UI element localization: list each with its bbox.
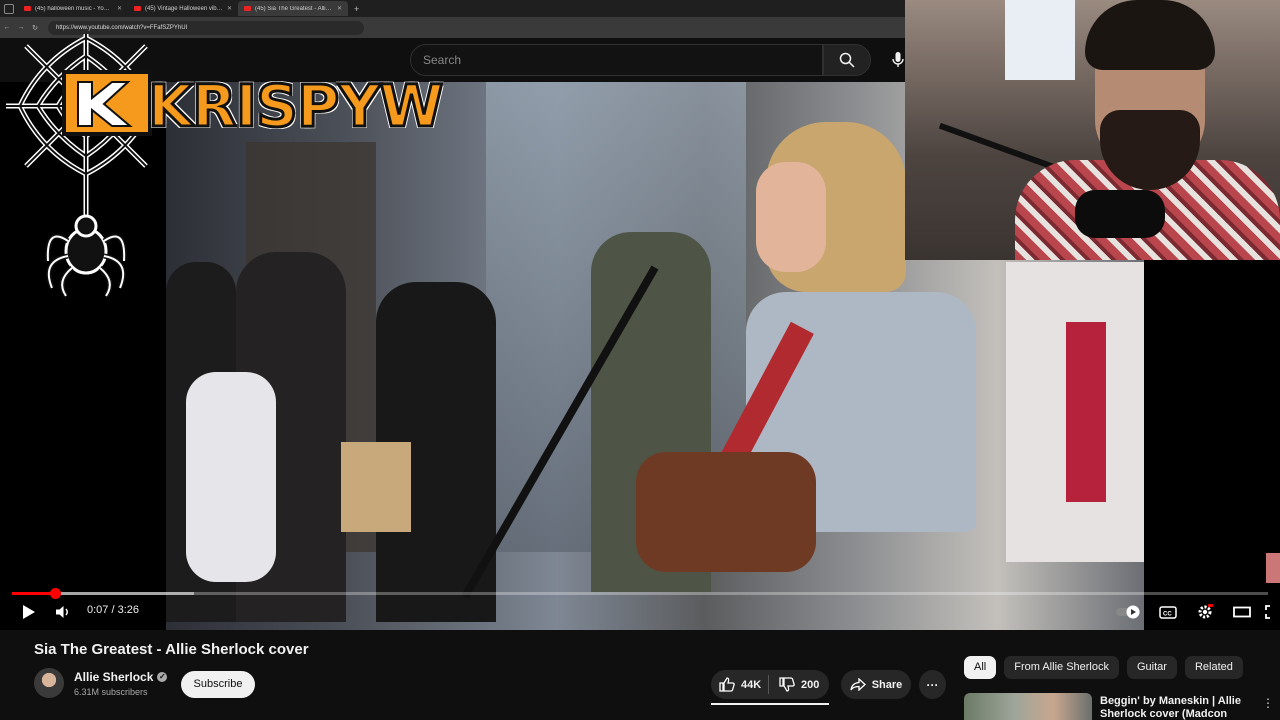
thumbs-up-icon [719,677,735,692]
channel-avatar[interactable] [34,668,64,698]
search-icon [839,52,855,68]
video-scene-bag [341,442,411,532]
svg-text:CC: CC [1163,611,1172,617]
autoplay-toggle[interactable] [1115,600,1143,624]
spider-icon [45,214,127,298]
verified-check-icon: ✓ [157,672,168,682]
theater-mode-button[interactable] [1230,600,1254,624]
webcam-microphone [1075,190,1165,238]
progress-scrubber-handle[interactable] [49,588,61,599]
webcam-hair [1085,0,1215,70]
browser-tab[interactable]: (45) Vintage Halloween vibes 🎃 ✕ [128,1,238,16]
like-count: 44K [741,678,762,691]
video-scene-dress [1066,322,1106,502]
thumbs-down-icon [779,677,795,692]
channel-name[interactable]: Allie Sherlock [74,670,153,684]
video-scene-singer-face [756,162,826,272]
progress-bar[interactable] [12,592,1268,595]
browser-tab-active[interactable]: (45) Sia The Greatest - Allie Sherl… ✕ [238,1,348,16]
webcam-window [1005,0,1075,80]
logo-text: KRISPYW [146,71,444,142]
video-scene-coat [186,372,276,582]
related-filter-chips: All From Allie Sherlock Guitar Related [964,656,1243,679]
progress-played [12,592,55,595]
theater-mode-icon [1233,606,1251,618]
close-tab-icon[interactable]: ✕ [117,5,122,12]
play-button[interactable] [18,600,40,624]
recommended-video-thumbnail[interactable] [964,693,1092,720]
more-horizontal-icon: ··· [926,677,939,692]
mute-button[interactable] [52,600,74,624]
recommended-video-title[interactable]: Beggin' by Maneskin | Allie Sherlock cov… [1100,695,1250,720]
chip-all[interactable]: All [964,656,997,679]
dislike-button[interactable]: 200 [769,677,819,692]
search-input[interactable]: Search [410,44,823,76]
like-dislike-group: 44K 200 [711,670,829,699]
search-button[interactable] [823,44,871,76]
volume-icon [56,606,68,618]
end-screen-thumbnail[interactable] [1266,553,1280,583]
browser-tab[interactable]: (45) halloween music - YouTube ✕ [18,1,128,16]
tab-title: (45) Sia The Greatest - Allie Sherl… [255,5,333,12]
tab-title: (45) halloween music - YouTube [35,5,113,12]
youtube-favicon-icon [244,6,251,11]
more-actions-button[interactable]: ··· [919,670,946,699]
video-title: Sia The Greatest - Allie Sherlock cover [34,641,309,658]
fullscreen-button[interactable] [1262,600,1280,624]
like-bar [711,703,829,705]
close-tab-icon[interactable]: ✕ [337,5,342,12]
tab-overview-icon[interactable] [4,3,14,14]
captions-button[interactable]: CC [1156,600,1180,624]
gear-icon [1198,604,1213,619]
youtube-favicon-icon [24,6,31,11]
subscribe-button[interactable]: Subscribe [181,671,255,698]
tab-title: (45) Vintage Halloween vibes 🎃 [145,6,223,12]
chip-from-channel[interactable]: From Allie Sherlock [1004,656,1119,679]
like-button[interactable]: 44K [711,675,769,694]
close-tab-icon[interactable]: ✕ [227,5,232,12]
autoplay-icon [1116,605,1140,619]
webcam-overlay [905,0,1280,260]
more-vertical-icon[interactable]: ⋮ [1262,696,1274,710]
video-scene-guitar [636,452,816,572]
play-icon [23,605,35,619]
channel-name-row[interactable]: Allie Sherlock ✓ [74,670,168,684]
subscriber-count: 6.31M subscribers [74,687,148,697]
fullscreen-icon [1265,605,1270,619]
microphone-icon [892,52,904,67]
time-display: 0:07 / 3:26 [87,604,139,616]
settings-button[interactable] [1193,600,1217,624]
chip-related[interactable]: Related [1184,656,1243,679]
chip-guitar[interactable]: Guitar [1127,656,1177,679]
captions-icon: CC [1159,605,1177,619]
share-button[interactable]: Share [841,670,911,699]
share-icon [850,678,866,691]
new-tab-icon[interactable]: + [354,4,359,14]
share-label: Share [871,678,903,691]
spiderweb-logo [6,34,156,298]
k-badge-icon [62,70,152,136]
youtube-favicon-icon [134,6,141,11]
dislike-count: 200 [801,678,820,691]
